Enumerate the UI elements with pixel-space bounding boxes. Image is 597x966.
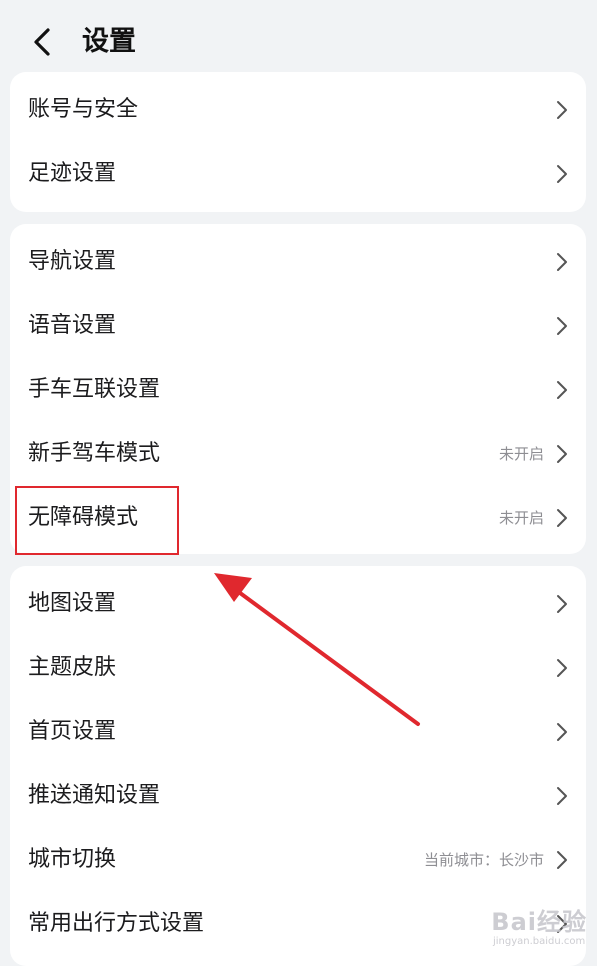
chevron-right-icon xyxy=(556,914,568,934)
settings-item-push-notifications[interactable]: 推送通知设置 xyxy=(10,764,586,828)
settings-item-label: 主题皮肤 xyxy=(28,655,117,680)
settings-item-label: 导航设置 xyxy=(28,249,117,274)
chevron-right-icon xyxy=(556,444,568,464)
settings-item-accessibility-mode[interactable]: 无障碍模式 未开启 xyxy=(10,486,586,550)
chevron-right-icon xyxy=(556,508,568,528)
settings-item-phone-car-link[interactable]: 手车互联设置 xyxy=(10,358,586,422)
settings-item-travel-mode[interactable]: 常用出行方式设置 xyxy=(10,892,586,956)
settings-item-footprint[interactable]: 足迹设置 xyxy=(10,142,586,206)
page-title: 设置 xyxy=(82,26,136,57)
chevron-right-icon xyxy=(556,100,568,120)
settings-item-label: 新手驾车模式 xyxy=(28,441,161,466)
settings-group-general: 地图设置 主题皮肤 首页设置 推送通知设置 城市切换 当前城市：长沙市 常用出行… xyxy=(10,566,586,966)
settings-item-map[interactable]: 地图设置 xyxy=(10,572,586,636)
status-value: 未开启 xyxy=(498,509,544,527)
chevron-right-icon xyxy=(556,658,568,678)
chevron-right-icon xyxy=(556,316,568,336)
settings-item-label: 足迹设置 xyxy=(28,161,117,186)
settings-item-label: 常用出行方式设置 xyxy=(28,911,205,936)
chevron-right-icon xyxy=(556,786,568,806)
chevron-right-icon xyxy=(556,722,568,742)
settings-item-label: 推送通知设置 xyxy=(28,783,161,808)
settings-group-account: 账号与安全 足迹设置 xyxy=(10,72,586,212)
chevron-right-icon xyxy=(556,850,568,870)
settings-item-theme-skin[interactable]: 主题皮肤 xyxy=(10,636,586,700)
settings-item-label: 首页设置 xyxy=(28,719,117,744)
settings-item-home-page[interactable]: 首页设置 xyxy=(10,700,586,764)
settings-item-label: 城市切换 xyxy=(28,847,117,872)
settings-item-novice-driving-mode[interactable]: 新手驾车模式 未开启 xyxy=(10,422,586,486)
settings-item-label: 语音设置 xyxy=(28,313,117,338)
settings-item-city-switch[interactable]: 城市切换 当前城市：长沙市 xyxy=(10,828,586,892)
settings-item-label: 地图设置 xyxy=(28,591,117,616)
settings-group-navigation: 导航设置 语音设置 手车互联设置 新手驾车模式 未开启 无障碍模式 未开启 xyxy=(10,224,586,554)
chevron-right-icon xyxy=(556,164,568,184)
settings-item-label: 无障碍模式 xyxy=(28,505,139,530)
chevron-left-icon xyxy=(34,28,50,56)
settings-item-navigation[interactable]: 导航设置 xyxy=(10,230,586,294)
chevron-right-icon xyxy=(556,252,568,272)
chevron-right-icon xyxy=(556,594,568,614)
back-button[interactable] xyxy=(26,22,62,62)
settings-item-label: 账号与安全 xyxy=(28,97,139,122)
status-value: 未开启 xyxy=(498,445,544,463)
settings-item-account-security[interactable]: 账号与安全 xyxy=(10,78,586,142)
settings-item-voice[interactable]: 语音设置 xyxy=(10,294,586,358)
chevron-right-icon xyxy=(556,380,568,400)
current-city-value: 当前城市：长沙市 xyxy=(423,851,544,869)
settings-item-label: 手车互联设置 xyxy=(28,377,161,402)
